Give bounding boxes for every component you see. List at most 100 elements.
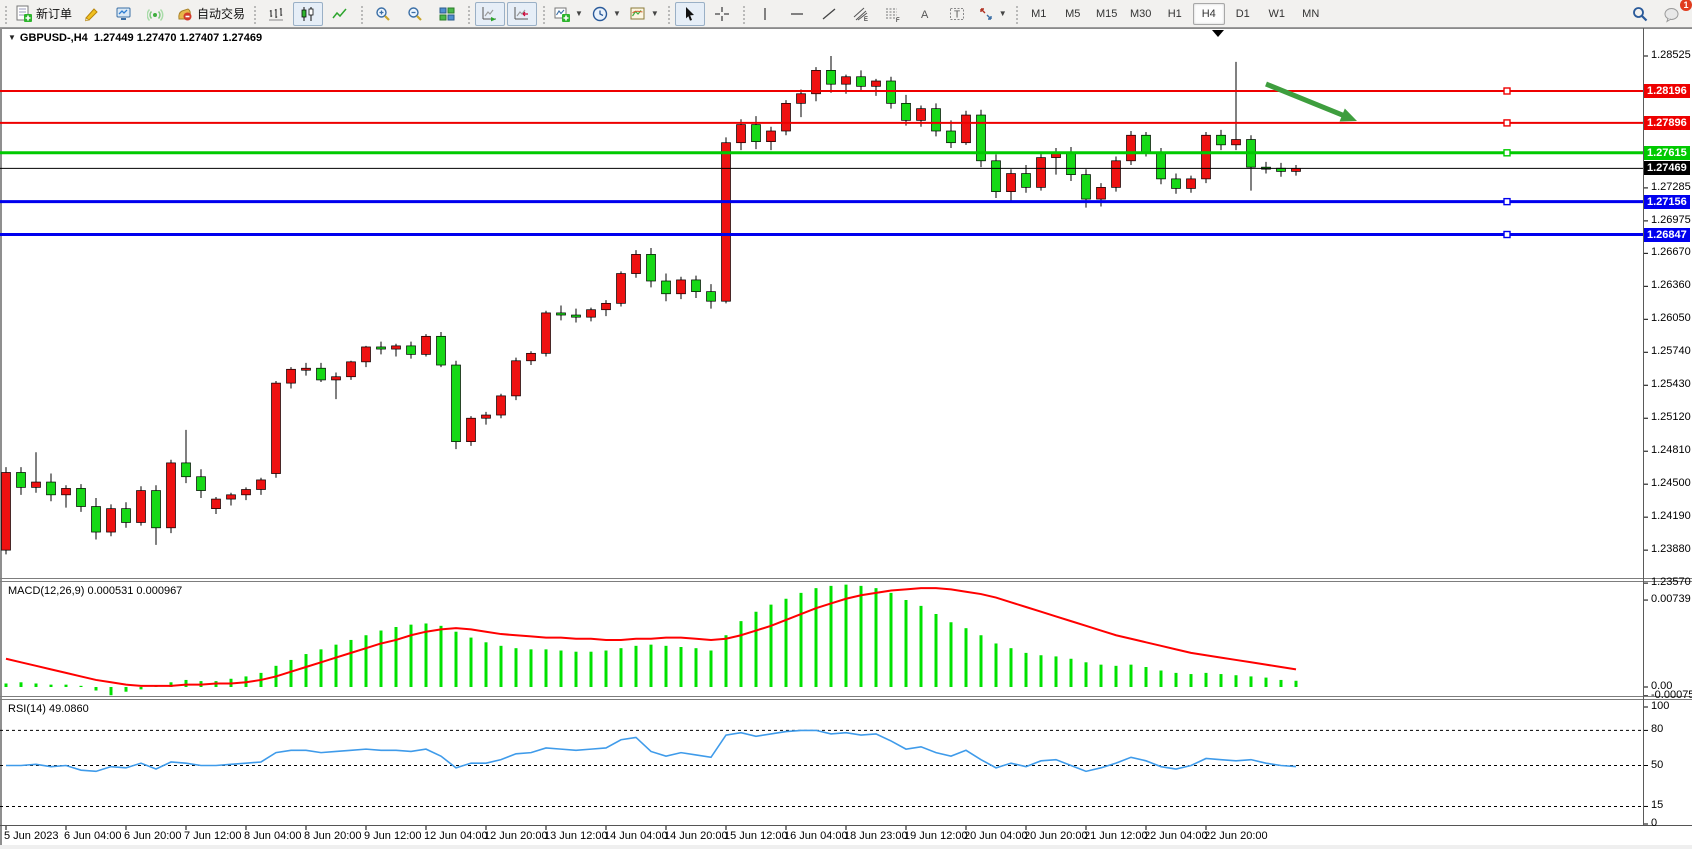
panel-separator[interactable] [0,699,1692,700]
equidistant-channel-button[interactable]: E [846,2,876,26]
styler-button[interactable] [77,2,107,26]
chart-shift-icon [513,5,531,23]
time-axis-label: 22 Jun 20:00 [1204,830,1268,842]
new-order-label: 新订单 [36,5,72,22]
auto-trading-icon [176,5,194,23]
toolbar-grip[interactable] [3,4,8,24]
window-bottom-strip [0,845,1692,849]
vertical-line-button[interactable] [750,2,780,26]
toolbar: 新订单 [0,0,1692,28]
timeframe-button-h1[interactable]: H1 [1159,3,1191,25]
timeframe-button-m30[interactable]: M30 [1125,3,1157,25]
line-chart-button[interactable] [325,2,355,26]
time-axis-label: 22 Jun 04:00 [1144,830,1208,842]
fibonacci-icon: F [884,5,902,23]
timeframe-button-h4[interactable]: H4 [1193,3,1225,25]
fibonacci-button[interactable]: F [878,2,908,26]
time-axis-label: 6 Jun 20:00 [124,830,182,842]
svg-text:T: T [954,9,960,20]
cursor-button[interactable] [675,2,705,26]
timeframe-button-mn[interactable]: MN [1295,3,1327,25]
crayon-icon [83,5,101,23]
trendline-button[interactable] [814,2,844,26]
clock-icon [591,5,609,23]
market-watch-button[interactable] [109,2,139,26]
rsi-label: RSI(14) 49.0860 [8,703,89,715]
signals-button[interactable] [141,2,171,26]
chart-shift-button[interactable] [507,2,537,26]
toolbar-grip[interactable] [541,4,546,24]
trendline-icon [821,6,837,22]
price-level-badge: 1.27615 [1644,146,1690,160]
price-level-badge: 1.27896 [1644,116,1690,130]
auto-trading-label: 自动交易 [197,5,245,22]
time-axis-label: 9 Jun 12:00 [364,830,422,842]
toolbar-grip[interactable] [1014,4,1019,24]
dropdown-caret-icon: ▼ [575,9,583,18]
new-order-icon [15,5,33,23]
auto-scroll-icon [481,5,499,23]
signal-icon [147,5,165,23]
chart-window[interactable] [0,28,1692,849]
time-axis-label: 16 Jun 04:00 [784,830,848,842]
macd-panel-label: MACD(12,26,9) 0.000531 0.000967 [8,585,182,597]
toolbar-grip[interactable] [666,4,671,24]
timeframe-button-m15[interactable]: M15 [1091,3,1123,25]
templates-button[interactable]: ▼ [626,2,662,26]
panel-separator[interactable] [0,581,1692,582]
timeframe-button-m5[interactable]: M5 [1057,3,1089,25]
crosshair-icon [714,6,730,22]
chart-symbol-period: GBPUSD-,H4 [20,32,88,44]
bar-chart-icon [267,5,285,23]
new-order-button[interactable]: 新订单 [12,2,75,26]
panel-separator[interactable] [0,696,1692,697]
indicators-button[interactable]: ▼ [550,2,586,26]
zoom-in-button[interactable] [368,2,398,26]
rsi-axis-label: 100 [1651,700,1669,712]
toolbar-right: 1 [1624,0,1688,28]
vertical-line-icon [757,6,773,22]
timeframe-button-w1[interactable]: W1 [1261,3,1293,25]
auto-scroll-button[interactable] [475,2,505,26]
svg-text:A: A [921,9,929,21]
search-button[interactable] [1625,2,1655,26]
time-axis-label: 12 Jun 04:00 [424,830,488,842]
text-label-button[interactable]: T [942,2,972,26]
zoom-out-button[interactable] [400,2,430,26]
mt4-application: 新订单 [0,0,1692,849]
auto-trading-button[interactable]: 自动交易 [173,2,248,26]
macd-label: MACD(12,26,9) [8,585,84,597]
price-level-badge: 1.28196 [1644,84,1690,98]
toolbar-grip[interactable] [252,4,257,24]
current-price-badge: 1.27469 [1644,161,1690,175]
time-axis-label: 8 Jun 20:00 [304,830,362,842]
time-axis-label: 21 Jun 12:00 [1084,830,1148,842]
timeframe-button-m1[interactable]: M1 [1023,3,1055,25]
candlestick-chart-button[interactable] [293,2,323,26]
periods-button[interactable]: ▼ [588,2,624,26]
price-level-badge: 1.26847 [1644,228,1690,242]
chart-title: ▼GBPUSD-,H4 1.27449 1.27470 1.27407 1.27… [8,32,262,44]
tile-windows-button[interactable] [432,2,462,26]
chevron-down-icon: ▼ [8,33,16,42]
price-axis-label: 1.25740 [1651,345,1691,357]
toolbar-grip[interactable] [741,4,746,24]
notifications-button[interactable]: 1 [1657,2,1687,26]
price-axis-label: 1.23570 [1651,576,1691,588]
toolbar-grip[interactable] [466,4,471,24]
price-axis-label: 1.25120 [1651,411,1691,423]
price-axis-label: 1.27285 [1651,181,1691,193]
horizontal-line-button[interactable] [782,2,812,26]
terminal-icon [115,5,133,23]
time-axis-label: 12 Jun 20:00 [484,830,548,842]
crosshair-button[interactable] [707,2,737,26]
time-axis-label: 6 Jun 04:00 [64,830,122,842]
arrows-button[interactable]: ▼ [974,2,1010,26]
timeframe-button-d1[interactable]: D1 [1227,3,1259,25]
template-icon [629,5,647,23]
dropdown-caret-icon: ▼ [613,9,621,18]
text-button[interactable]: A [910,2,940,26]
panel-separator[interactable] [0,578,1692,579]
bar-chart-button[interactable] [261,2,291,26]
toolbar-grip[interactable] [359,4,364,24]
